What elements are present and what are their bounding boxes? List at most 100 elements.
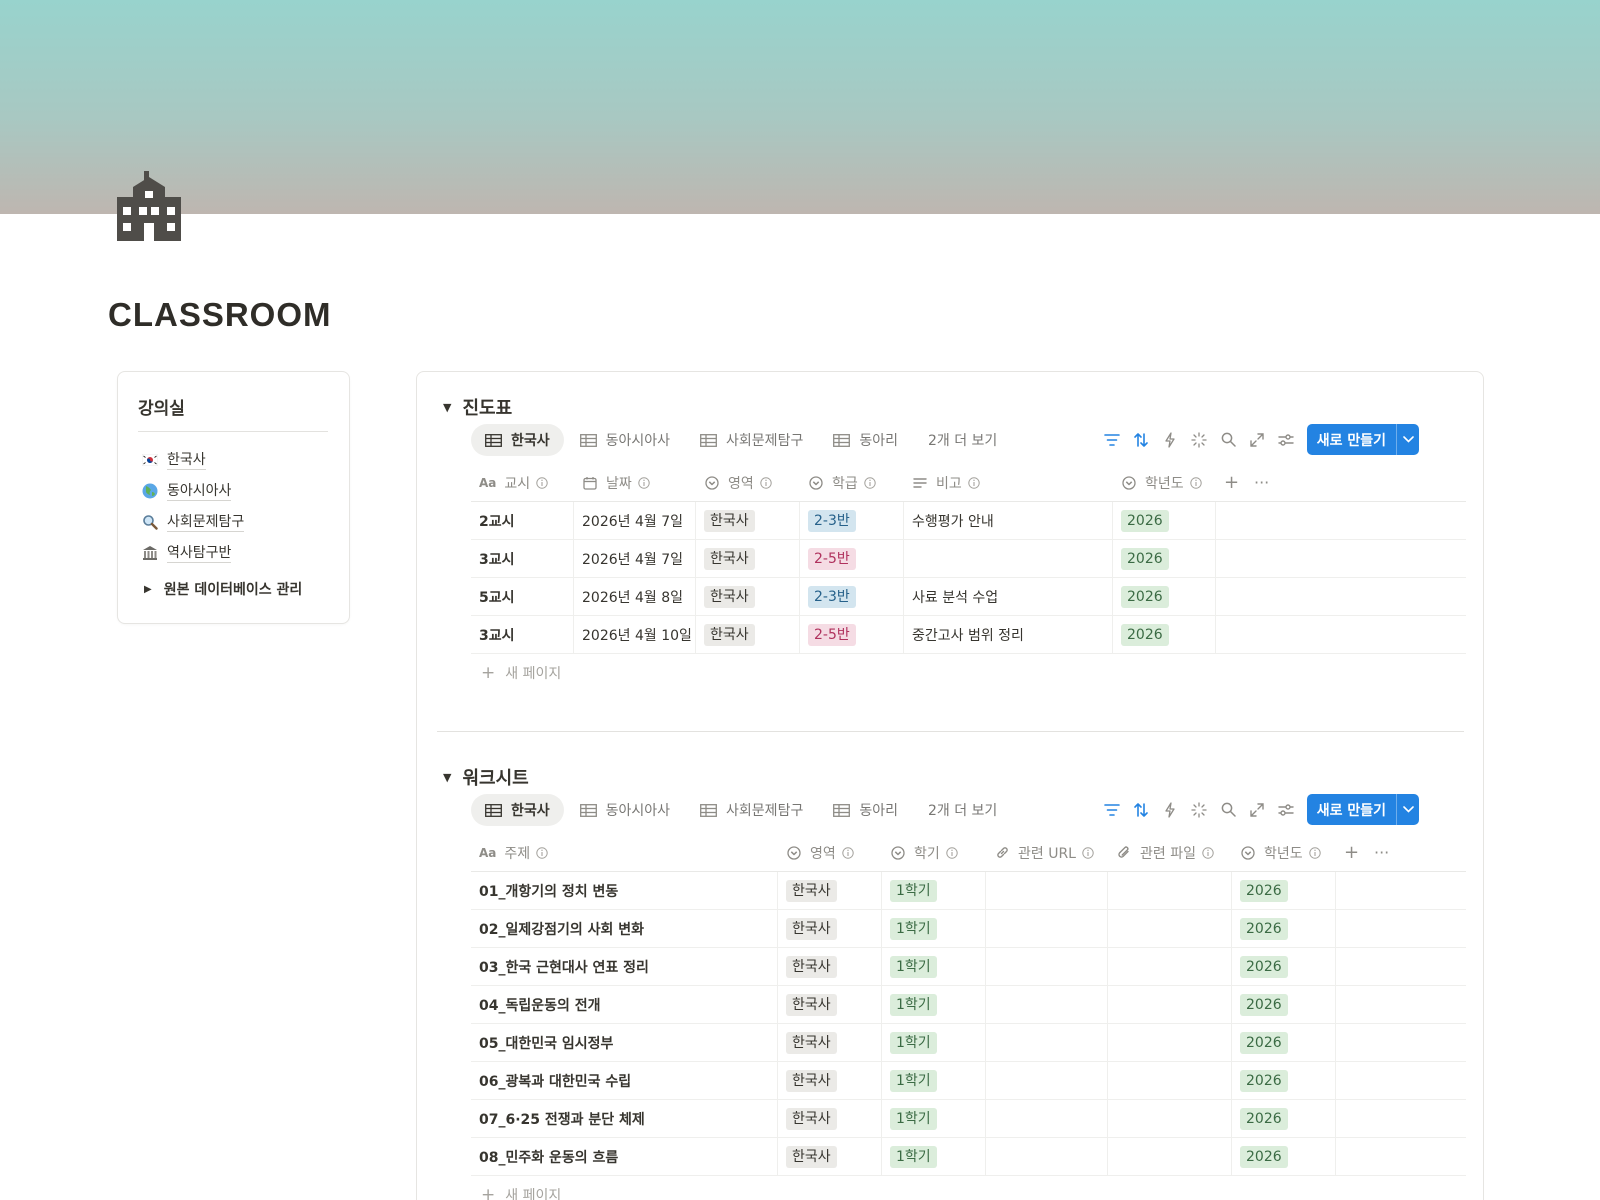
column-header[interactable]: Aa 주제 (471, 834, 778, 871)
period-cell[interactable]: 5교시 (471, 578, 574, 615)
class-cell[interactable]: 2-3반 (800, 502, 904, 539)
year-cell[interactable]: 2026 (1232, 1138, 1336, 1175)
year-cell[interactable]: 2026 (1232, 1024, 1336, 1061)
tab-club[interactable]: 동아리 (819, 794, 912, 826)
chevron-down-icon[interactable] (1396, 424, 1419, 455)
new-page-button[interactable]: + 새 페이지 (471, 1176, 1466, 1200)
expand-icon[interactable] (1243, 796, 1272, 824)
period-cell[interactable]: 3교시 (471, 540, 574, 577)
area-cell[interactable]: 한국사 (696, 502, 800, 539)
table-row[interactable]: 01_개항기의 정치 변동 한국사 1학기 2026 (471, 872, 1466, 910)
column-header[interactable]: 날짜 (574, 464, 696, 501)
url-cell[interactable] (986, 872, 1108, 909)
column-header[interactable]: 관련 파일 (1108, 834, 1232, 871)
sort-icon[interactable] (1127, 426, 1156, 454)
table-row[interactable]: 06_광복과 대한민국 수립 한국사 1학기 2026 (471, 1062, 1466, 1100)
table-row[interactable]: 08_민주화 운동의 흐름 한국사 1학기 2026 (471, 1138, 1466, 1176)
url-cell[interactable] (986, 1062, 1108, 1099)
tab-east-asian-history[interactable]: 동아시아사 (566, 794, 684, 826)
more-options-icon[interactable]: ··· (1246, 464, 1286, 501)
term-cell[interactable]: 1학기 (882, 1100, 986, 1137)
url-cell[interactable] (986, 910, 1108, 947)
year-cell[interactable]: 2026 (1232, 986, 1336, 1023)
url-cell[interactable] (986, 1100, 1108, 1137)
column-header[interactable]: 학년도 (1113, 464, 1216, 501)
filter-icon[interactable] (1098, 796, 1127, 824)
topic-cell[interactable]: 08_민주화 운동의 흐름 (471, 1138, 778, 1175)
area-cell[interactable]: 한국사 (696, 540, 800, 577)
term-cell[interactable]: 1학기 (882, 1062, 986, 1099)
tab-social-inquiry[interactable]: 사회문제탐구 (686, 794, 817, 826)
url-cell[interactable] (986, 1024, 1108, 1061)
topic-cell[interactable]: 02_일제강점기의 사회 변화 (471, 910, 778, 947)
url-cell[interactable] (986, 948, 1108, 985)
year-cell[interactable]: 2026 (1232, 1100, 1336, 1137)
file-cell[interactable] (1108, 1062, 1232, 1099)
file-cell[interactable] (1108, 986, 1232, 1023)
area-cell[interactable]: 한국사 (778, 986, 882, 1023)
file-cell[interactable] (1108, 872, 1232, 909)
school-icon[interactable] (117, 171, 181, 241)
add-column-icon[interactable]: + (1216, 464, 1246, 501)
new-button[interactable]: 새로 만들기 (1306, 424, 1419, 455)
search-icon[interactable] (1214, 426, 1243, 454)
table-row[interactable]: 07_6·25 전쟁과 분단 체제 한국사 1학기 2026 (471, 1100, 1466, 1138)
tab-more-views[interactable]: 2개 더 보기 (914, 424, 1011, 456)
date-cell[interactable]: 2026년 4월 7일 (574, 540, 696, 577)
area-cell[interactable]: 한국사 (778, 1062, 882, 1099)
note-cell[interactable]: 중간고사 범위 정리 (904, 616, 1113, 653)
source-db-toggle[interactable]: ▶ 원본 데이터베이스 관리 (144, 579, 302, 599)
tab-more-views[interactable]: 2개 더 보기 (914, 794, 1011, 826)
tab-korean-history[interactable]: 한국사 (471, 424, 564, 456)
area-cell[interactable]: 한국사 (696, 578, 800, 615)
date-cell[interactable]: 2026년 4월 8일 (574, 578, 696, 615)
year-cell[interactable]: 2026 (1232, 1062, 1336, 1099)
area-cell[interactable]: 한국사 (778, 910, 882, 947)
note-cell[interactable] (904, 540, 1113, 577)
year-cell[interactable]: 2026 (1232, 910, 1336, 947)
date-cell[interactable]: 2026년 4월 10일 (574, 616, 696, 653)
term-cell[interactable]: 1학기 (882, 948, 986, 985)
year-cell[interactable]: 2026 (1113, 578, 1216, 615)
settings-sliders-icon[interactable] (1272, 426, 1301, 454)
topic-cell[interactable]: 04_독립운동의 전개 (471, 986, 778, 1023)
url-cell[interactable] (986, 986, 1108, 1023)
class-cell[interactable]: 2-5반 (800, 616, 904, 653)
table-row[interactable]: 5교시 2026년 4월 8일 한국사 2-3반 사료 분석 수업 2026 (471, 578, 1466, 616)
topic-cell[interactable]: 05_대한민국 임시정부 (471, 1024, 778, 1061)
progress-db-toggle[interactable]: ▼ 진도표 (443, 394, 512, 420)
term-cell[interactable]: 1학기 (882, 872, 986, 909)
tab-korean-history[interactable]: 한국사 (471, 794, 564, 826)
chevron-down-icon[interactable] (1396, 794, 1419, 825)
file-cell[interactable] (1108, 910, 1232, 947)
sidebar-link-east-asian-history[interactable]: 동아시아사 (140, 479, 232, 503)
sidebar-link-korean-history[interactable]: 한국사 (140, 448, 206, 472)
file-cell[interactable] (1108, 1100, 1232, 1137)
file-cell[interactable] (1108, 1138, 1232, 1175)
year-cell[interactable]: 2026 (1232, 872, 1336, 909)
table-row[interactable]: 05_대한민국 임시정부 한국사 1학기 2026 (471, 1024, 1466, 1062)
column-header[interactable]: Aa 교시 (471, 464, 574, 501)
area-cell[interactable]: 한국사 (696, 616, 800, 653)
area-cell[interactable]: 한국사 (778, 1024, 882, 1061)
year-cell[interactable]: 2026 (1113, 616, 1216, 653)
tab-east-asian-history[interactable]: 동아시아사 (566, 424, 684, 456)
column-header[interactable]: 비고 (904, 464, 1113, 501)
sidebar-link-history-club[interactable]: 역사탐구반 (140, 541, 232, 565)
table-row[interactable]: 04_독립운동의 전개 한국사 1학기 2026 (471, 986, 1466, 1024)
note-cell[interactable]: 수행평가 안내 (904, 502, 1113, 539)
table-row[interactable]: 3교시 2026년 4월 10일 한국사 2-5반 중간고사 범위 정리 202… (471, 616, 1466, 654)
new-button[interactable]: 새로 만들기 (1306, 794, 1419, 825)
sort-icon[interactable] (1127, 796, 1156, 824)
topic-cell[interactable]: 03_한국 근현대사 연표 정리 (471, 948, 778, 985)
column-header[interactable]: 영역 (778, 834, 882, 871)
area-cell[interactable]: 한국사 (778, 948, 882, 985)
automation-icon[interactable] (1156, 796, 1185, 824)
table-row[interactable]: 3교시 2026년 4월 7일 한국사 2-5반 2026 (471, 540, 1466, 578)
table-row[interactable]: 02_일제강점기의 사회 변화 한국사 1학기 2026 (471, 910, 1466, 948)
topic-cell[interactable]: 07_6·25 전쟁과 분단 체제 (471, 1100, 778, 1137)
search-icon[interactable] (1214, 796, 1243, 824)
term-cell[interactable]: 1학기 (882, 986, 986, 1023)
column-header[interactable]: 학년도 (1232, 834, 1336, 871)
period-cell[interactable]: 3교시 (471, 616, 574, 653)
